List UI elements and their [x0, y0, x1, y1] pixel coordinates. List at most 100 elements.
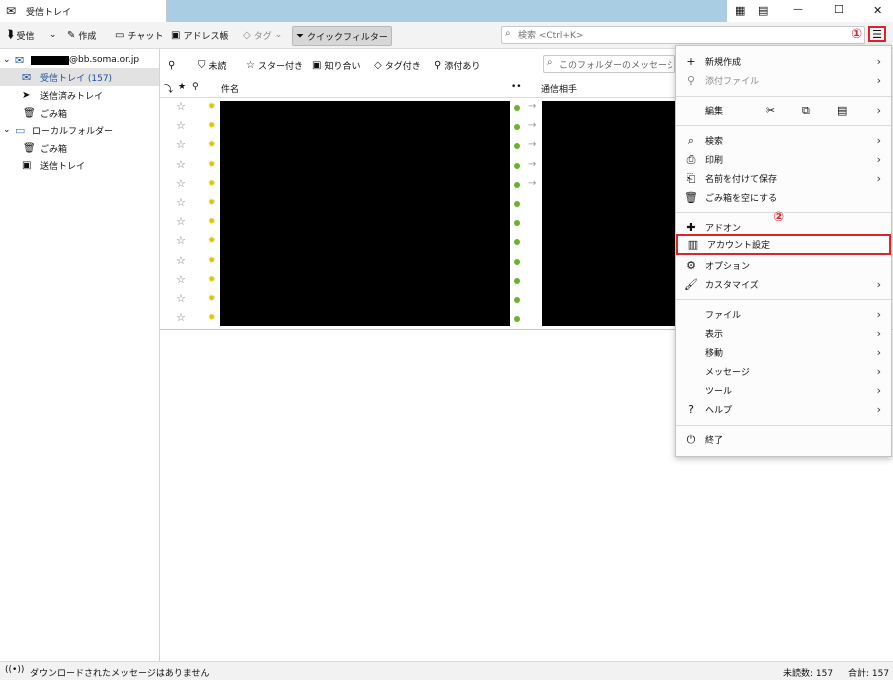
menu-view[interactable]: 表示 ›: [676, 324, 891, 343]
read-status-column-icon[interactable]: ••: [511, 82, 522, 92]
tasks-icon[interactable]: ▤: [758, 4, 768, 17]
menu-label: オプション: [705, 262, 751, 272]
chevron-right-icon: ›: [876, 134, 881, 147]
new-message-icon: ✹: [208, 159, 216, 170]
menu-print[interactable]: ⎙ 印刷 ›: [676, 150, 891, 169]
plus-icon: +: [686, 55, 696, 68]
pencil-icon: ✎: [67, 29, 76, 41]
menu-tools[interactable]: ツール ›: [676, 381, 891, 400]
get-mail-button[interactable]: ⮯ 受信: [4, 26, 38, 44]
menu-account-settings[interactable]: ▥ アカウント設定: [676, 234, 891, 255]
subject-column-header[interactable]: 件名: [221, 82, 239, 95]
star-toggle-icon[interactable]: ☆: [176, 177, 186, 190]
folder-filter-box[interactable]: ⌕ このフォルダーのメッセージを絞り: [543, 55, 675, 73]
star-toggle-icon[interactable]: ☆: [176, 158, 186, 171]
inbox-icon: ✉: [22, 70, 32, 84]
menu-message[interactable]: メッセージ ›: [676, 362, 891, 381]
star-toggle-icon[interactable]: ☆: [176, 100, 186, 113]
address-book-button[interactable]: ▣ アドレス帳: [168, 26, 231, 44]
account-row[interactable]: ⌄ ✉ @bb.soma.or.jp: [0, 51, 159, 69]
folder-trash[interactable]: 🗑︎ ごみ箱: [0, 104, 159, 122]
filter-starred[interactable]: ☆ スター付き: [246, 57, 303, 73]
read-status-icon[interactable]: [514, 277, 520, 284]
folder-filter-input[interactable]: このフォルダーのメッセージを絞り: [559, 58, 672, 71]
read-status-icon[interactable]: [514, 220, 520, 227]
folder-label: ごみ箱: [40, 109, 68, 120]
write-button[interactable]: ✎ 作成: [64, 26, 99, 44]
menu-help[interactable]: ? ヘルプ ›: [676, 400, 891, 419]
folder-inbox[interactable]: ✉ 受信トレイ (157): [0, 68, 159, 86]
menu-find[interactable]: ⌕ 検索 ›: [676, 131, 891, 150]
menu-edit[interactable]: 編集 ✂ ⧉ ▤ ›: [676, 101, 891, 120]
app-menu-button[interactable]: ☰: [868, 26, 886, 42]
star-toggle-icon[interactable]: ☆: [176, 273, 186, 286]
local-folders-row[interactable]: ⌄ ▭ ローカルフォルダー: [0, 121, 159, 139]
address-book-icon: ▣: [171, 29, 181, 41]
chat-icon: ▭: [115, 29, 125, 41]
star-toggle-icon[interactable]: ☆: [176, 311, 186, 324]
filter-attachments[interactable]: ⚲ 添付あり: [434, 57, 480, 73]
star-toggle-icon[interactable]: ☆: [176, 292, 186, 305]
read-status-icon[interactable]: [514, 162, 520, 169]
copy-icon[interactable]: ⧉: [802, 104, 810, 118]
menu-file[interactable]: ファイル ›: [676, 305, 891, 324]
attachment-column-icon[interactable]: ⚲: [192, 82, 199, 92]
menu-empty-trash[interactable]: 🗑︎ ごみ箱を空にする: [676, 188, 891, 207]
star-toggle-icon[interactable]: ☆: [176, 138, 186, 151]
tab-inbox[interactable]: ✉ 受信トレイ: [0, 0, 167, 22]
menu-new[interactable]: + 新規作成 ›: [676, 52, 891, 71]
menu-attach[interactable]: ⚲ 添付ファイル ›: [676, 71, 891, 90]
sticky-filter-toggle[interactable]: ⚲: [168, 57, 175, 73]
chat-button[interactable]: ▭ チャット: [112, 26, 166, 44]
tag-button[interactable]: ◇ タグ ⌄: [240, 26, 285, 44]
read-status-icon[interactable]: [514, 181, 520, 188]
read-status-icon[interactable]: [514, 143, 520, 150]
star-toggle-icon[interactable]: ☆: [176, 234, 186, 247]
read-status-icon[interactable]: [514, 258, 520, 265]
quick-filter-button[interactable]: ⏷ クイックフィルター: [292, 26, 392, 46]
maximize-button[interactable]: ☐: [834, 3, 844, 16]
filter-starred-label: スター付き: [257, 61, 303, 72]
star-toggle-icon[interactable]: ☆: [176, 215, 186, 228]
menu-quit[interactable]: ⏻ 終了: [676, 430, 891, 449]
star-toggle-icon[interactable]: ☆: [176, 196, 186, 209]
close-button[interactable]: ✕: [873, 4, 882, 17]
correspondent-column-header[interactable]: 通信相手: [541, 82, 577, 95]
menu-label: 編集: [705, 107, 724, 117]
folder-outbox[interactable]: ▣ 送信トレイ: [0, 156, 159, 174]
app-menu: + 新規作成 › ⚲ 添付ファイル › 編集 ✂ ⧉ ▤ › ⌕ 検索 › ⎙ …: [675, 45, 892, 457]
minimize-button[interactable]: —: [793, 4, 803, 15]
search-input[interactable]: [516, 28, 860, 43]
folder-sent[interactable]: ➤ 送信済みトレイ: [0, 86, 159, 104]
calendar-icon[interactable]: ▦: [735, 4, 745, 17]
read-status-icon[interactable]: [514, 201, 520, 207]
paperclip-icon: ⚲: [434, 59, 442, 71]
read-status-icon[interactable]: [514, 297, 520, 303]
filter-unread[interactable]: ⛉ 未読: [198, 57, 227, 73]
menu-customize[interactable]: 🖌︎ カスタマイズ ›: [676, 275, 891, 294]
power-icon: ⏻: [686, 432, 696, 446]
online-status-icon[interactable]: ((•)): [5, 665, 24, 675]
get-mail-dropdown[interactable]: ⌄: [46, 26, 60, 44]
menu-go[interactable]: 移動 ›: [676, 343, 891, 362]
menu-save-as[interactable]: ⎗ 名前を付けて保存 ›: [676, 169, 891, 188]
filter-tags[interactable]: ◇ タグ付き: [374, 57, 421, 73]
thread-column-icon[interactable]: ⤵: [164, 82, 173, 95]
trash-icon: 🗑︎: [23, 107, 36, 119]
cut-icon[interactable]: ✂: [766, 104, 775, 117]
read-status-icon[interactable]: [514, 105, 520, 111]
star-toggle-icon[interactable]: ☆: [176, 254, 186, 267]
read-status-icon[interactable]: [514, 124, 520, 131]
paste-icon[interactable]: ▤: [837, 104, 847, 117]
chevron-right-icon: ›: [876, 153, 881, 166]
star-column-icon[interactable]: ★: [178, 82, 186, 92]
menu-options[interactable]: ⚙ オプション: [676, 256, 891, 275]
read-status-icon[interactable]: [514, 316, 520, 323]
save-icon: ⎗: [686, 171, 696, 185]
folder-local-trash[interactable]: 🗑︎ ごみ箱: [0, 139, 159, 157]
unread-count: 未読数: 157: [783, 669, 834, 679]
filter-contacts[interactable]: ▣ 知り合い: [312, 57, 360, 73]
star-toggle-icon[interactable]: ☆: [176, 119, 186, 132]
search-box[interactable]: ⌕: [501, 26, 865, 44]
read-status-icon[interactable]: [514, 239, 520, 246]
